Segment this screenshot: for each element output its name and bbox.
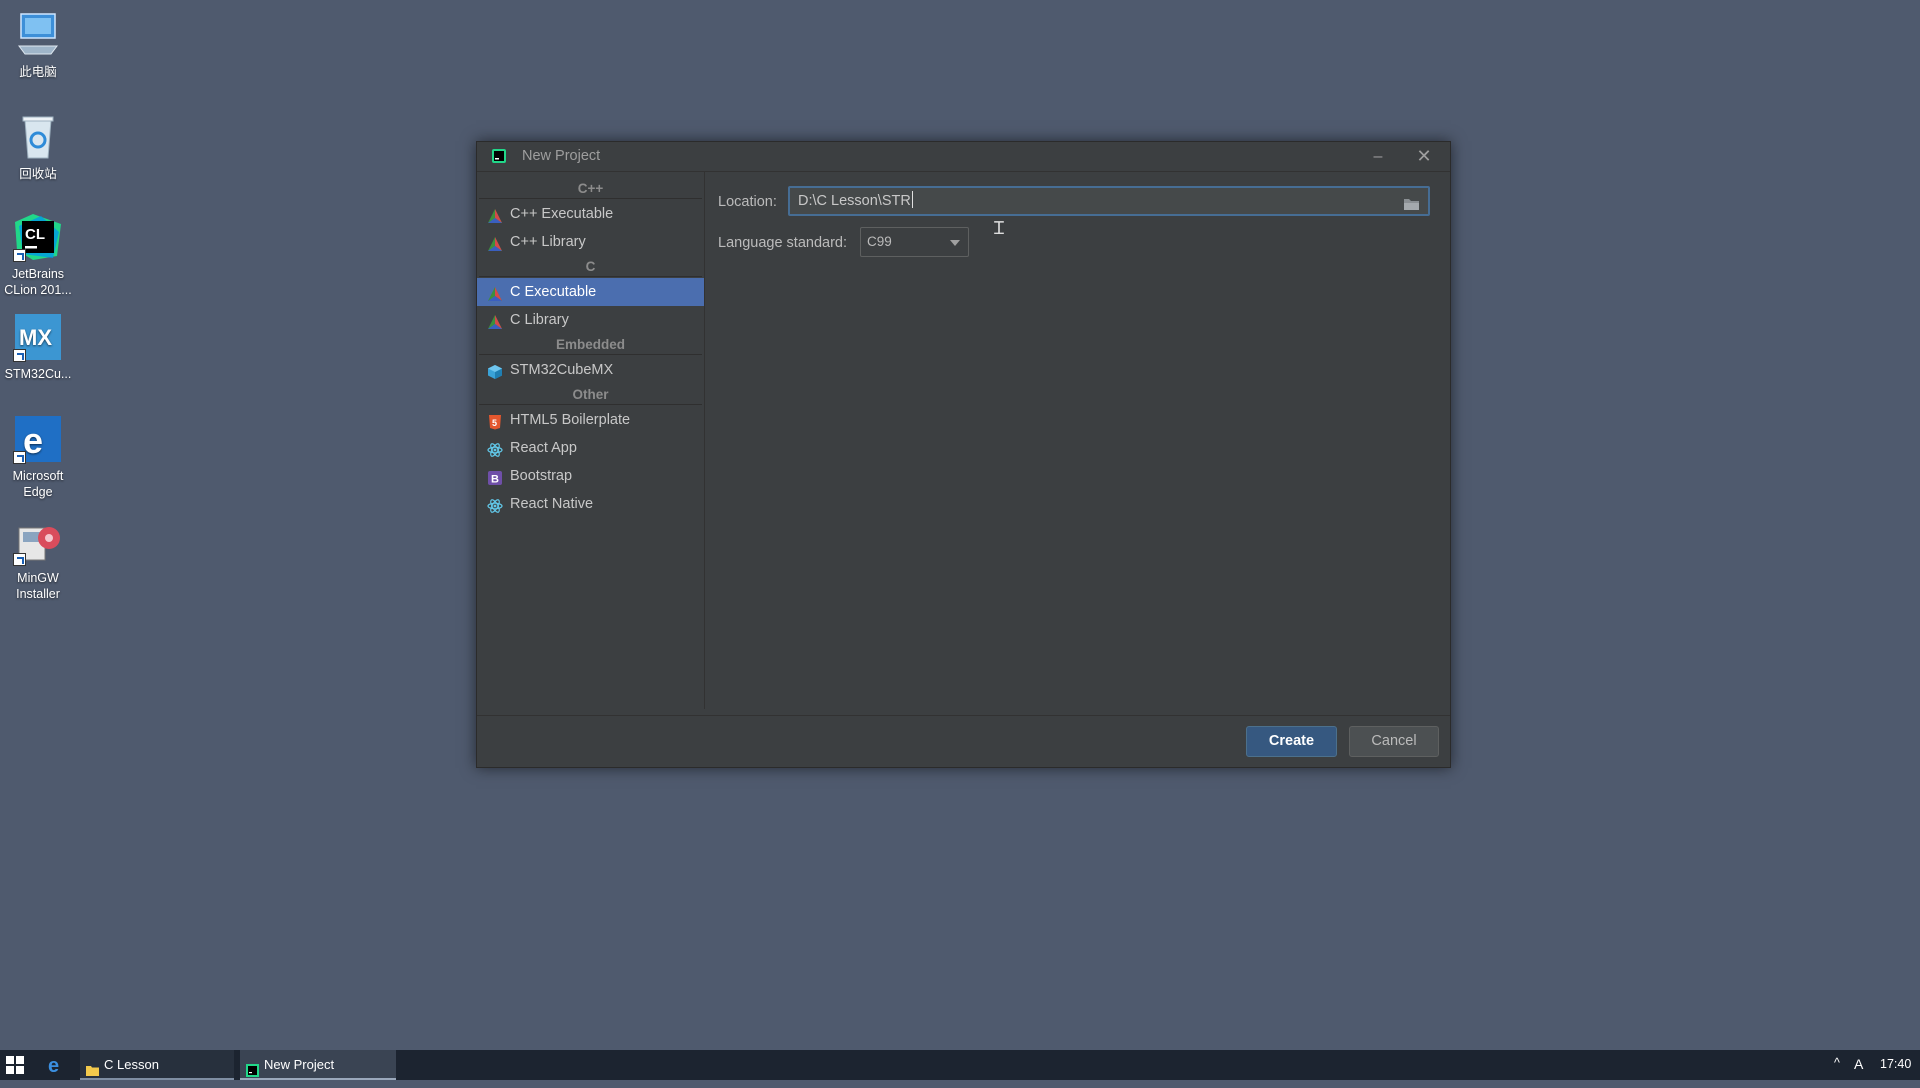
location-value: D:\C Lesson\STR — [798, 193, 911, 209]
cmake-triangle-icon — [487, 312, 503, 329]
desktop-icon-this-pc[interactable]: 此电脑 — [0, 10, 76, 80]
project-type-stm32cubemx[interactable]: STM32CubeMX — [477, 356, 704, 384]
cube-icon — [487, 362, 503, 379]
cancel-button[interactable]: Cancel — [1349, 726, 1439, 757]
location-label: Location: — [718, 194, 777, 210]
folder-browse-icon[interactable] — [1403, 194, 1420, 210]
desktop-icon-clion[interactable]: CL JetBrains CLion 201... — [0, 212, 76, 298]
desktop-icon-recycle-bin[interactable]: 回收站 — [0, 112, 76, 182]
project-type-react-native[interactable]: React Native — [477, 490, 704, 518]
language-standard-label: Language standard: — [718, 235, 847, 251]
group-header-other: Other — [477, 384, 704, 406]
chevron-down-icon — [950, 240, 960, 246]
close-button[interactable]: ✕ — [1402, 142, 1446, 171]
location-input[interactable]: D:\C Lesson\STR — [788, 186, 1430, 216]
project-type-cpp-executable[interactable]: C++ Executable — [477, 200, 704, 228]
desktop-icon-label: MinGW Installer — [16, 571, 60, 601]
item-label: C Executable — [510, 284, 597, 300]
group-header-cpp: C++ — [477, 178, 704, 200]
task-label: C Lesson — [104, 1057, 159, 1072]
react-icon — [487, 496, 503, 513]
desktop-icon-stm32cubemx[interactable]: MX STM32Cu... — [0, 312, 76, 382]
taskbar-task-new-project[interactable]: New Project — [240, 1050, 396, 1080]
mingw-installer-icon — [13, 516, 63, 566]
desktop-icon-mingw[interactable]: MinGW Installer — [0, 516, 76, 602]
text-cursor-icon: Ɪ — [994, 218, 1005, 239]
svg-text:e: e — [48, 1055, 59, 1075]
stm32cubemx-icon: MX — [13, 312, 63, 362]
create-button[interactable]: Create — [1246, 726, 1337, 757]
project-type-react-app[interactable]: React App — [477, 434, 704, 462]
item-label: C++ Library — [510, 234, 586, 250]
edge-taskbar-icon[interactable]: e — [46, 1055, 66, 1077]
project-type-c-library[interactable]: C Library — [477, 306, 704, 334]
language-standard-select[interactable]: C99 — [860, 227, 969, 257]
cmake-triangle-icon — [487, 206, 503, 223]
desktop-icon-label: STM32Cu... — [4, 367, 72, 381]
group-header-embedded: Embedded — [477, 334, 704, 356]
folder-icon — [86, 1058, 99, 1076]
dialog-footer: Create Cancel — [477, 715, 1450, 767]
project-type-c-executable[interactable]: C Executable — [477, 278, 704, 306]
dialog-title: New Project — [522, 148, 601, 164]
project-type-list: C++ C++ Executable C++ Library C C Execu… — [477, 172, 705, 709]
system-tray: ^ A 17:40 — [1830, 1050, 1920, 1080]
desktop-icon-label: 此电脑 — [19, 65, 57, 79]
project-settings-panel: Location: D:\C Lesson\STR Language stand… — [705, 172, 1450, 709]
recycle-bin-icon — [13, 112, 63, 162]
html5-icon: 5 — [487, 412, 503, 430]
item-label: HTML5 Boilerplate — [510, 412, 631, 428]
clion-app-icon — [491, 148, 507, 164]
new-project-dialog: New Project – ✕ C++ C++ Executable C++ L… — [476, 141, 1451, 768]
task-label: New Project — [264, 1057, 335, 1072]
tray-overflow-chevron-icon[interactable]: ^ — [1834, 1056, 1840, 1070]
svg-text:MX: MX — [19, 325, 52, 350]
ime-indicator[interactable]: A — [1854, 1056, 1863, 1072]
taskbar: e C Lesson New Project ^ A 17:40 — [0, 1050, 1920, 1080]
svg-text:e: e — [23, 420, 43, 461]
group-header-c: C — [477, 256, 704, 278]
taskbar-task-c-lesson[interactable]: C Lesson — [80, 1050, 234, 1080]
bootstrap-icon: B — [487, 468, 503, 486]
svg-text:5: 5 — [492, 418, 497, 428]
cmake-triangle-icon — [487, 284, 503, 301]
desktop-icon-label: JetBrains CLion 201... — [4, 267, 72, 297]
react-icon — [487, 440, 503, 457]
computer-icon — [13, 10, 63, 60]
desktop-icon-label: 回收站 — [19, 167, 57, 181]
clion-taskbar-icon — [246, 1058, 259, 1077]
item-label: Bootstrap — [510, 468, 573, 484]
clion-icon: CL — [13, 212, 63, 262]
edge-icon: e — [13, 414, 63, 464]
item-label: React App — [510, 440, 577, 456]
item-label: React Native — [510, 496, 594, 512]
windows-start-icon[interactable] — [6, 1056, 24, 1074]
project-type-cpp-library[interactable]: C++ Library — [477, 228, 704, 256]
language-standard-value: C99 — [867, 234, 892, 249]
clock[interactable]: 17:40 — [1880, 1057, 1911, 1071]
svg-text:B: B — [491, 474, 499, 486]
desktop-icon-label: Microsoft Edge — [12, 469, 64, 499]
dialog-titlebar[interactable]: New Project – ✕ — [477, 142, 1450, 172]
item-label: C++ Executable — [510, 206, 614, 222]
project-type-html5-boilerplate[interactable]: 5 HTML5 Boilerplate — [477, 406, 704, 434]
minimize-button[interactable]: – — [1356, 142, 1400, 171]
desktop-icon-edge[interactable]: e Microsoft Edge — [0, 414, 76, 500]
cmake-triangle-icon — [487, 234, 503, 251]
svg-text:CL: CL — [25, 226, 45, 243]
project-type-bootstrap[interactable]: B Bootstrap — [477, 462, 704, 490]
item-label: STM32CubeMX — [510, 362, 614, 378]
item-label: C Library — [510, 312, 569, 328]
